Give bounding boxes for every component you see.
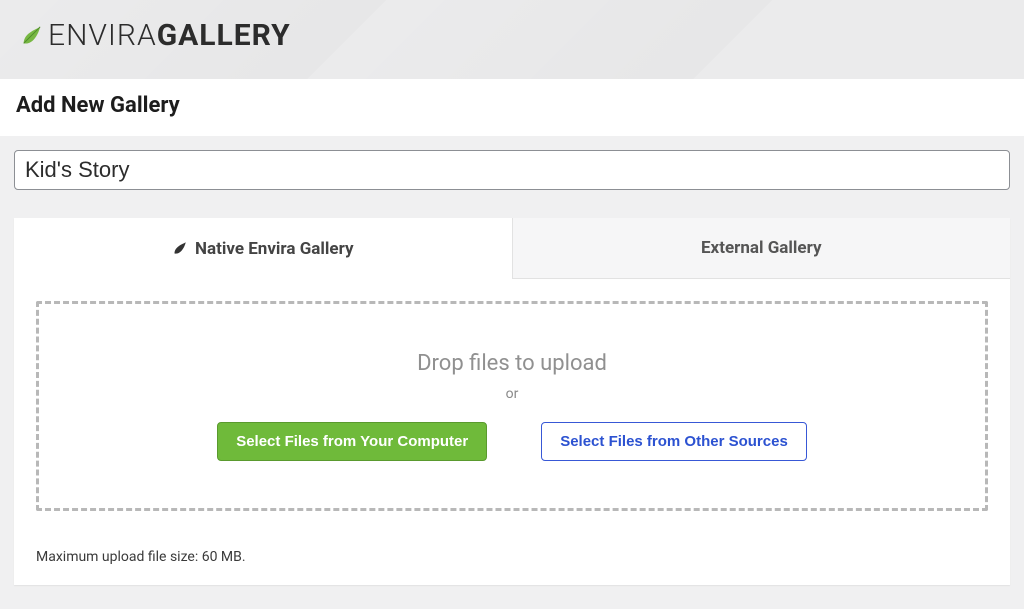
title-input-wrap <box>0 136 1024 190</box>
tabs-container: Native Envira Gallery External Gallery D… <box>14 218 1010 585</box>
dropzone-heading: Drop files to upload <box>417 351 607 376</box>
logo-text-light: ENVIRA <box>48 18 157 53</box>
page-title: Add New Gallery <box>16 93 1008 118</box>
logo: ENVIRAGALLERY <box>20 18 1004 53</box>
dropzone-button-row: Select Files from Your Computer Select F… <box>217 422 807 461</box>
tab-row: Native Envira Gallery External Gallery <box>14 218 1010 279</box>
tab-content: Drop files to upload or Select Files fro… <box>14 279 1010 533</box>
tab-native-label: Native Envira Gallery <box>195 239 354 259</box>
leaf-icon <box>172 241 187 256</box>
tab-native[interactable]: Native Envira Gallery <box>14 218 512 279</box>
logo-text-heavy: GALLERY <box>157 18 291 53</box>
logo-text: ENVIRAGALLERY <box>48 18 291 53</box>
leaf-icon <box>20 25 42 47</box>
page-header: Add New Gallery <box>0 79 1024 136</box>
brand-banner: ENVIRAGALLERY <box>0 0 1024 79</box>
gallery-title-input[interactable] <box>14 150 1010 190</box>
max-upload-size-text: Maximum upload file size: 60 MB. <box>14 533 1010 585</box>
select-files-computer-button[interactable]: Select Files from Your Computer <box>217 422 487 461</box>
select-files-other-button[interactable]: Select Files from Other Sources <box>541 422 807 461</box>
dropzone-or: or <box>506 386 519 402</box>
upload-dropzone[interactable]: Drop files to upload or Select Files fro… <box>36 301 988 511</box>
tab-external[interactable]: External Gallery <box>512 218 1011 279</box>
tab-external-label: External Gallery <box>701 238 822 258</box>
